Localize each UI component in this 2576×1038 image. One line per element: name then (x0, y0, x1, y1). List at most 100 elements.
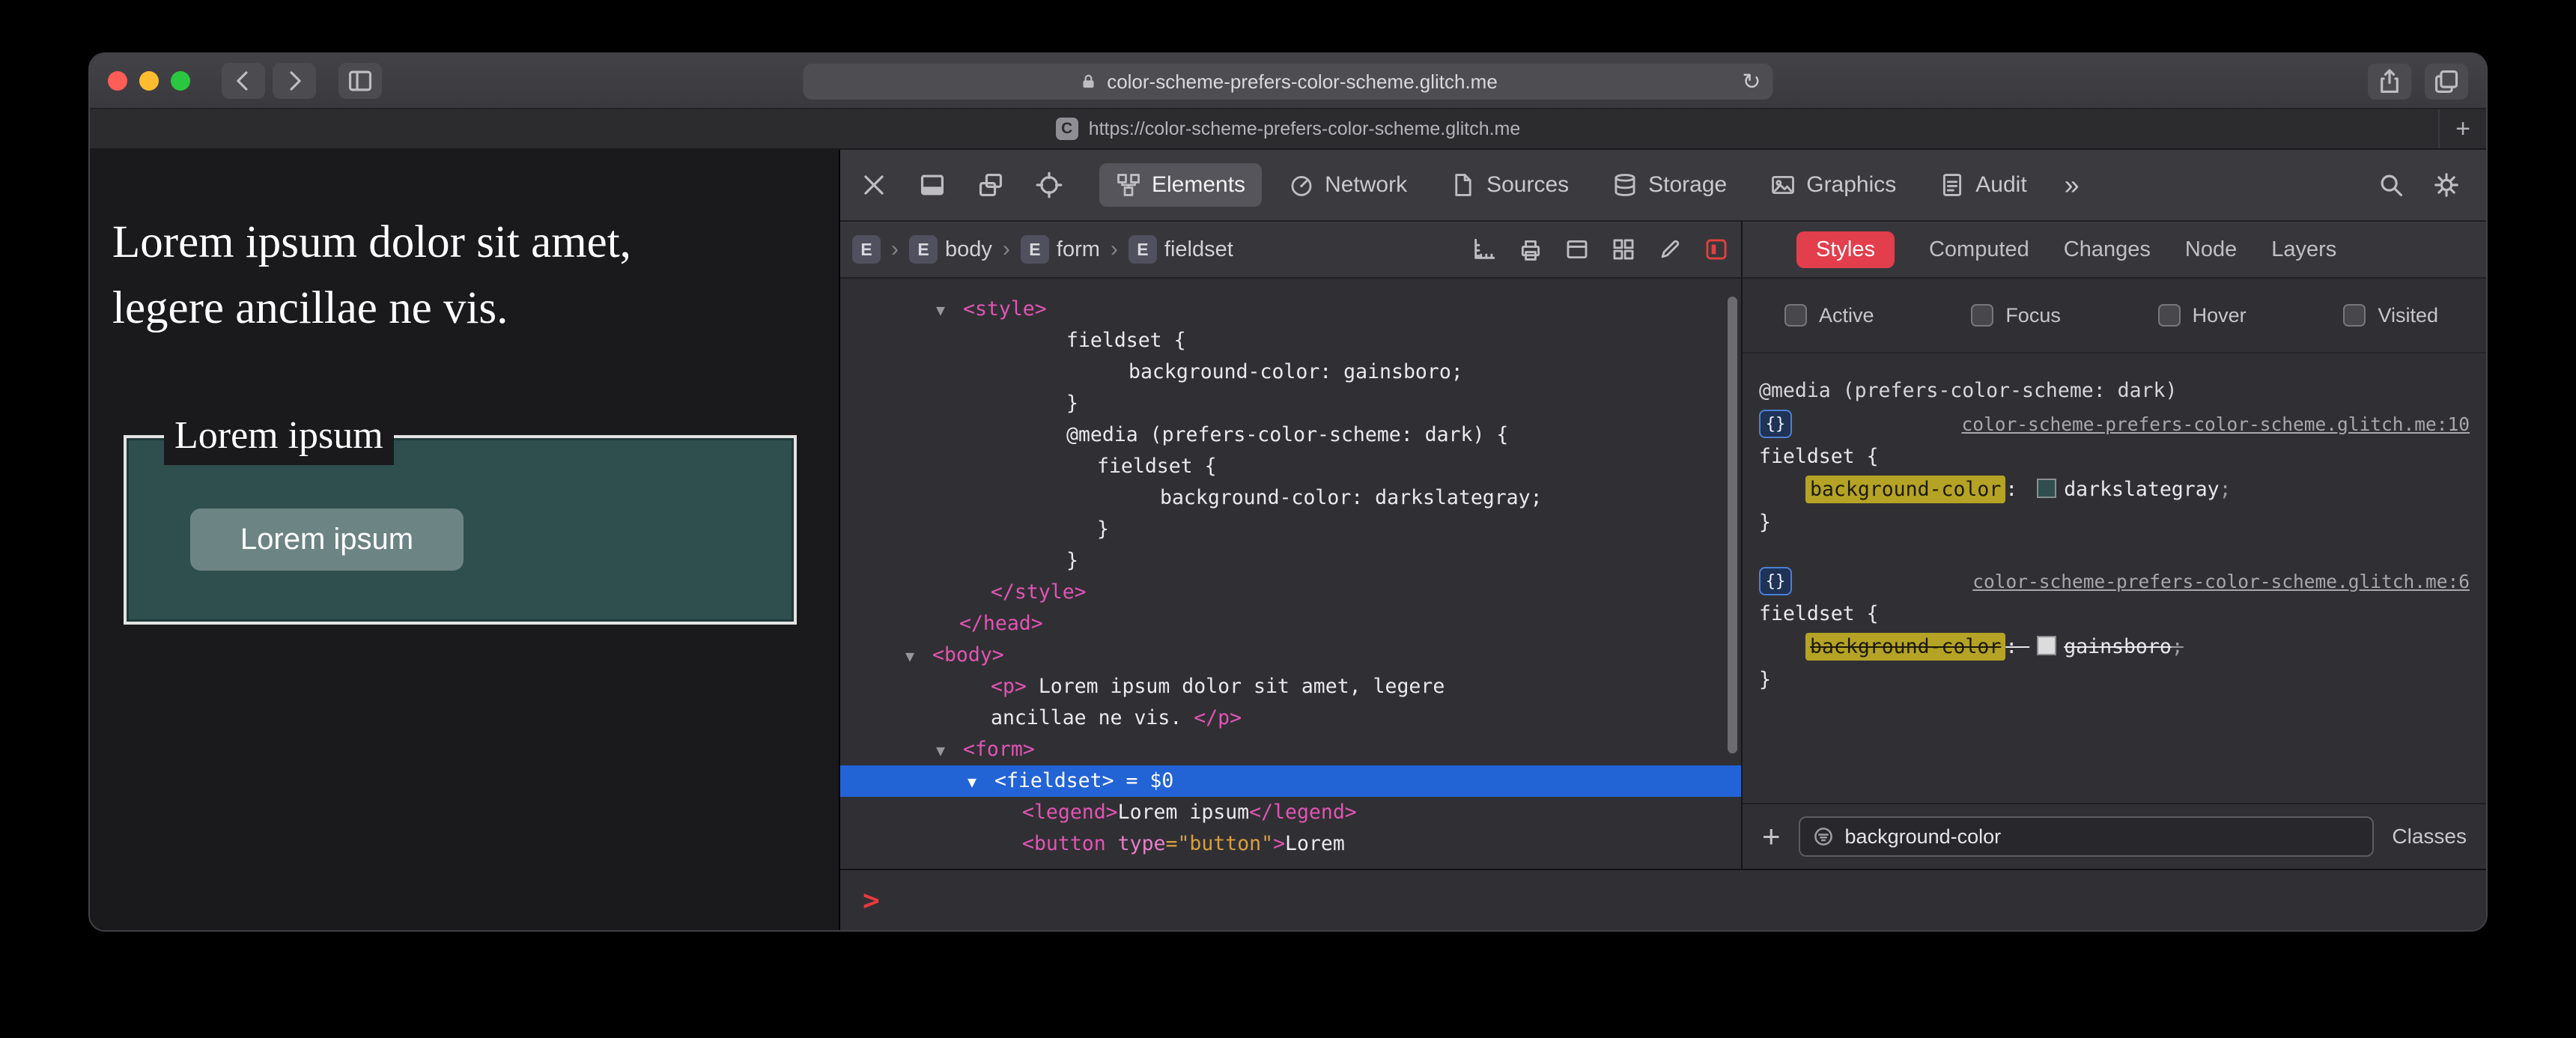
sidebar-tab-styles[interactable]: Styles (1796, 231, 1895, 268)
more-tabs-button[interactable]: » (2065, 169, 2080, 201)
css-property-line[interactable]: background-color: gainsboro; (1759, 631, 2470, 664)
console-prompt-row[interactable]: > (840, 869, 2486, 930)
dom-line[interactable]: } (840, 388, 1741, 419)
dom-scrollbar[interactable] (1728, 297, 1737, 753)
dock-bottom-icon[interactable] (918, 171, 947, 199)
close-window-button[interactable] (108, 71, 127, 91)
sidebar-tab-computed[interactable]: Computed (1929, 237, 2029, 262)
dom-line[interactable]: ▼ <body> (840, 640, 1741, 671)
rule-selector: fieldset { (1759, 602, 1879, 625)
zoom-window-button[interactable] (171, 71, 190, 91)
breadcrumb-item-fieldset[interactable]: Efieldset (1128, 235, 1233, 264)
breadcrumb-item-body[interactable]: Ebody (909, 235, 992, 264)
devtools-tab-storage[interactable]: Storage (1596, 163, 1743, 207)
dom-line[interactable]: background-color: darkslategray; (840, 482, 1741, 514)
pseudo-row: Active Focus Hover Visited (1743, 279, 2486, 353)
inspect-target-icon[interactable] (1035, 171, 1063, 199)
devtools-tab-graphics[interactable]: Graphics (1754, 163, 1913, 207)
forward-button[interactable] (273, 63, 316, 99)
breadcrumb-item-form[interactable]: Eform (1020, 235, 1100, 264)
devtools-tabs: Elements Network Sources Storage Graphics Aud… (1099, 163, 2044, 207)
dom-line[interactable]: ▼ <form> (840, 734, 1741, 765)
forward-icon (280, 67, 309, 95)
sidebar-tab-layers[interactable]: Layers (2271, 237, 2336, 262)
traffic-lights (108, 71, 190, 91)
devtools-tab-label: Graphics (1806, 172, 1897, 197)
sources-icon (1450, 172, 1476, 198)
dom-line[interactable]: background-color: gainsboro; (840, 356, 1741, 388)
css-property-value[interactable]: gainsboro (2064, 635, 2172, 658)
page-button[interactable]: Lorem ipsum (190, 509, 464, 571)
checkbox[interactable] (2157, 304, 2181, 327)
rule-braces-icon[interactable]: {} (1759, 567, 1792, 595)
dom-line[interactable]: ancillae ne vis. </p> (840, 702, 1741, 734)
rule-braces-icon[interactable]: {} (1759, 410, 1792, 438)
checkbox[interactable] (2343, 304, 2366, 327)
sidebar-tab-node[interactable]: Node (2185, 237, 2237, 262)
dom-line[interactable]: <button type="button">Lorem (840, 828, 1741, 860)
classes-button[interactable]: Classes (2392, 825, 2467, 849)
add-rule-button[interactable]: + (1762, 821, 1781, 852)
dom-line[interactable]: } (840, 514, 1741, 545)
minimize-window-button[interactable] (139, 71, 159, 91)
devtools-tab-sources[interactable]: Sources (1434, 163, 1585, 207)
pseudo-toggle-visited[interactable]: Visited (2343, 304, 2438, 327)
pseudo-toggle-focus[interactable]: Focus (1971, 304, 2061, 327)
dom-line-selected[interactable]: ▼ <fieldset> = $0 (840, 765, 1741, 797)
checkbox[interactable] (1971, 304, 1994, 327)
css-property-value[interactable]: darkslategray (2064, 478, 2219, 501)
checkbox[interactable] (1784, 304, 1807, 327)
devtools-tab-label: Sources (1486, 172, 1570, 197)
show-tabs-button[interactable] (2425, 64, 2468, 100)
tab-bar[interactable]: C https://color-scheme-prefers-color-sch… (90, 109, 2486, 150)
styles-filter-input[interactable]: background-color (1798, 816, 2375, 857)
rule-source-link[interactable]: color-scheme-prefers-color-scheme.glitch… (1961, 413, 2470, 435)
rulers-icon[interactable] (1471, 237, 1497, 262)
dom-line[interactable]: } (840, 545, 1741, 577)
rule-source-link[interactable]: color-scheme-prefers-color-scheme.glitch… (1972, 571, 2470, 592)
grid-icon[interactable] (1611, 237, 1636, 262)
dom-line[interactable]: fieldset { (840, 325, 1741, 356)
breadcrumb-item[interactable]: E (852, 235, 881, 264)
print-icon[interactable] (1518, 237, 1543, 262)
dom-line[interactable]: ▼ <style> (840, 294, 1741, 325)
sidebar-toggle-button[interactable] (338, 63, 382, 99)
close-devtools-icon[interactable] (860, 171, 888, 199)
back-button[interactable] (222, 63, 265, 99)
dom-line[interactable]: <legend>Lorem ipsum</legend> (840, 797, 1741, 828)
css-property-name[interactable]: background-color (1805, 633, 2006, 661)
dom-line[interactable]: </style> (840, 577, 1741, 608)
pseudo-label: Visited (2378, 303, 2438, 327)
back-icon (229, 67, 258, 95)
layout-icon[interactable] (1564, 237, 1590, 262)
dom-line[interactable]: <p> Lorem ipsum dolor sit amet, legere (840, 671, 1741, 702)
detach-icon[interactable] (976, 171, 1005, 199)
elements-panel-icons (1471, 237, 1729, 262)
tab-favicon: C (1055, 118, 1078, 140)
dom-line[interactable]: fieldset { (840, 451, 1741, 482)
breadcrumb: E › Ebody › Eform › Efieldset (852, 235, 1233, 264)
new-tab-button[interactable]: + (2438, 109, 2486, 148)
devtools-tab-elements[interactable]: Elements (1099, 163, 1263, 207)
devtools-tab-audit[interactable]: Audit (1923, 163, 2043, 207)
devtools-tab-network[interactable]: Network (1272, 163, 1424, 207)
url-text: color-scheme-prefers-color-scheme.glitch… (1107, 70, 1498, 93)
color-swatch[interactable] (2037, 479, 2057, 498)
search-icon[interactable] (2377, 171, 2405, 199)
element-picker-icon[interactable] (1704, 237, 1729, 262)
pseudo-toggle-hover[interactable]: Hover (2157, 304, 2247, 327)
reload-button[interactable]: ↻ (1742, 64, 1761, 100)
gear-icon[interactable] (2432, 171, 2461, 199)
css-colon: : (2005, 478, 2030, 501)
dom-line[interactable]: @media (prefers-color-scheme: dark) { (840, 419, 1741, 451)
edit-icon[interactable] (1657, 237, 1683, 262)
pseudo-toggle-active[interactable]: Active (1784, 304, 1874, 327)
sidebar-tab-changes[interactable]: Changes (2064, 237, 2151, 262)
css-property-name[interactable]: background-color (1805, 476, 2006, 503)
css-property-line[interactable]: background-color: darkslategray; (1759, 473, 2470, 506)
share-button[interactable] (2368, 64, 2411, 100)
style-rules: @media (prefers-color-scheme: dark) {} col… (1743, 353, 2486, 803)
url-bar[interactable]: color-scheme-prefers-color-scheme.glitch… (803, 64, 1773, 100)
color-swatch[interactable] (2037, 636, 2057, 655)
dom-line[interactable]: </head> (840, 608, 1741, 640)
